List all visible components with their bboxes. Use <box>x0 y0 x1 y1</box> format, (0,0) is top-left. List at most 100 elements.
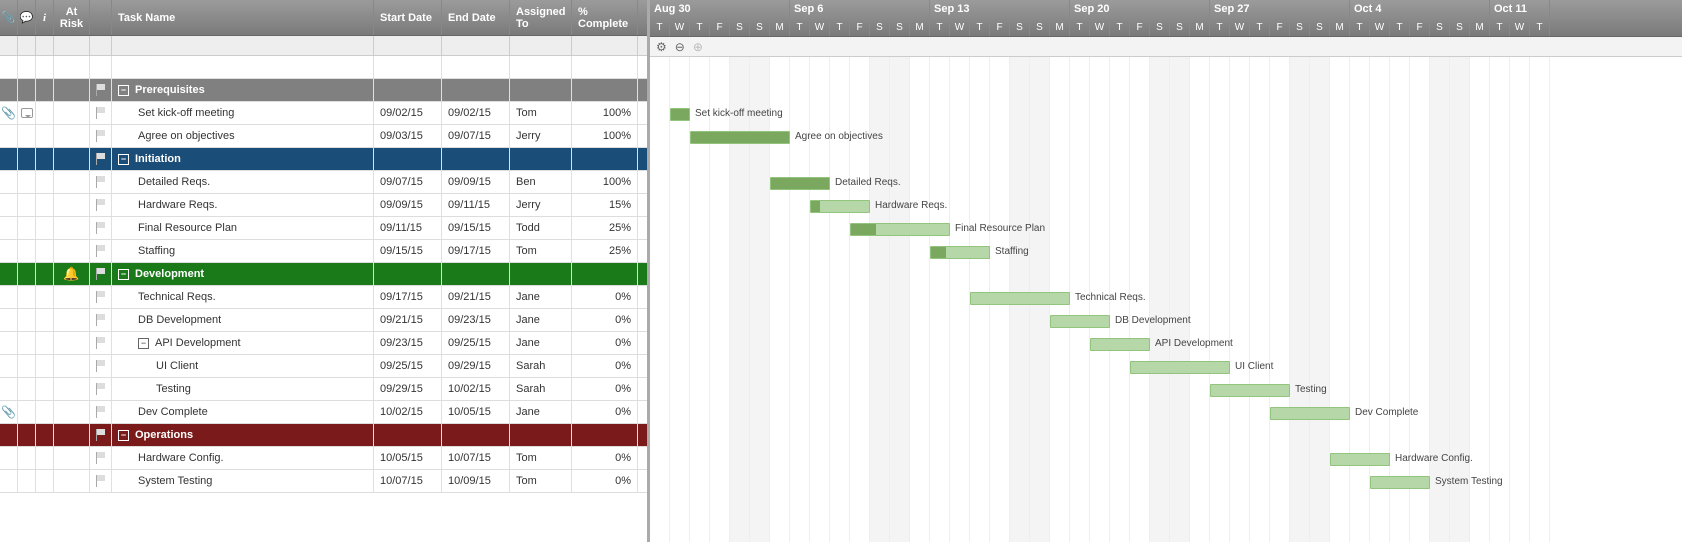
cell-pct-complete[interactable]: 100% <box>572 171 638 193</box>
cell-comment[interactable] <box>18 309 36 331</box>
header-flag[interactable] <box>90 0 112 35</box>
gantt-row[interactable]: DB Development <box>650 310 1682 333</box>
cell-end-date[interactable]: 09/23/15 <box>442 309 510 331</box>
cell-info[interactable] <box>36 148 54 170</box>
day-header[interactable]: F <box>1270 18 1290 36</box>
gantt-bar[interactable]: Agree on objectives <box>690 131 790 144</box>
cell-comment[interactable] <box>18 447 36 469</box>
task-row[interactable]: Technical Reqs.09/17/1509/21/15Jane0% <box>0 286 647 309</box>
cell-info[interactable] <box>36 56 54 78</box>
cell-info[interactable] <box>36 79 54 101</box>
gantt-bar[interactable]: Set kick-off meeting <box>670 108 690 121</box>
cell-comment[interactable] <box>18 378 36 400</box>
cell-start-date[interactable]: 10/02/15 <box>374 401 442 423</box>
cell-end-date[interactable]: 09/07/15 <box>442 125 510 147</box>
cell-attachment[interactable] <box>0 332 18 354</box>
cell-at-risk[interactable]: 🔔 <box>54 263 90 285</box>
cell-at-risk[interactable] <box>54 171 90 193</box>
month-header[interactable]: Sep 20 <box>1070 0 1210 18</box>
gantt-bar[interactable]: Technical Reqs. <box>970 292 1070 305</box>
task-row[interactable]: Agree on objectives09/03/1509/07/15Jerry… <box>0 125 647 148</box>
cell-comment[interactable] <box>18 240 36 262</box>
gantt-row[interactable]: Dev Complete <box>650 402 1682 425</box>
gantt-row[interactable]: Testing <box>650 379 1682 402</box>
header-assigned-to[interactable]: Assigned To <box>510 0 572 35</box>
cell-pct-complete[interactable] <box>572 56 638 78</box>
cell-info[interactable] <box>36 263 54 285</box>
cell-task-name[interactable]: Detailed Reqs. <box>112 171 374 193</box>
day-header[interactable]: M <box>770 18 790 36</box>
cell-flag[interactable] <box>90 171 112 193</box>
month-header[interactable]: Oct 11 <box>1490 0 1550 18</box>
cell-end-date[interactable]: 09/25/15 <box>442 332 510 354</box>
gantt-row[interactable] <box>650 264 1682 287</box>
cell-comment[interactable] <box>18 424 36 446</box>
cell-comment[interactable] <box>18 148 36 170</box>
cell-attachment[interactable] <box>0 447 18 469</box>
gantt-row[interactable]: System Testing <box>650 471 1682 494</box>
gear-icon[interactable]: ⚙ <box>656 40 667 54</box>
day-header[interactable]: S <box>1030 18 1050 36</box>
month-header[interactable]: Sep 13 <box>930 0 1070 18</box>
day-header[interactable]: M <box>910 18 930 36</box>
cell-attachment[interactable] <box>0 309 18 331</box>
cell-at-risk[interactable] <box>54 401 90 423</box>
group-row[interactable]: −Prerequisites <box>0 79 647 102</box>
cell-attachment[interactable] <box>0 79 18 101</box>
cell-flag[interactable] <box>90 240 112 262</box>
cell-task-name[interactable]: −Operations <box>112 424 374 446</box>
cell-at-risk[interactable] <box>54 102 90 124</box>
header-info[interactable]: i <box>36 0 54 35</box>
day-header[interactable]: S <box>1170 18 1190 36</box>
cell-assigned-to[interactable]: Jane <box>510 401 572 423</box>
cell-start-date[interactable]: 09/21/15 <box>374 309 442 331</box>
task-row[interactable]: System Testing10/07/1510/09/15Tom0% <box>0 470 647 493</box>
cell-comment[interactable] <box>18 401 36 423</box>
cell-end-date[interactable] <box>442 56 510 78</box>
cell-task-name[interactable]: Hardware Config. <box>112 447 374 469</box>
cell-info[interactable] <box>36 171 54 193</box>
cell-comment[interactable] <box>18 286 36 308</box>
gantt-row[interactable] <box>650 57 1682 80</box>
cell-start-date[interactable] <box>374 79 442 101</box>
day-header[interactable]: S <box>1310 18 1330 36</box>
cell-info[interactable] <box>36 194 54 216</box>
day-header[interactable]: T <box>1250 18 1270 36</box>
day-header[interactable]: W <box>670 18 690 36</box>
cell-assigned-to[interactable]: Jane <box>510 286 572 308</box>
day-header[interactable]: F <box>850 18 870 36</box>
cell-pct-complete[interactable]: 100% <box>572 102 638 124</box>
cell-at-risk[interactable] <box>54 355 90 377</box>
header-at-risk[interactable]: At Risk <box>54 0 90 35</box>
cell-attachment[interactable] <box>0 470 18 492</box>
cell-start-date[interactable]: 09/15/15 <box>374 240 442 262</box>
cell-assigned-to[interactable]: Jerry <box>510 194 572 216</box>
gantt-row[interactable] <box>650 80 1682 103</box>
day-header[interactable]: W <box>1370 18 1390 36</box>
cell-info[interactable] <box>36 217 54 239</box>
cell-flag[interactable] <box>90 378 112 400</box>
task-row[interactable] <box>0 56 647 79</box>
cell-info[interactable] <box>36 401 54 423</box>
gantt-row[interactable] <box>650 425 1682 448</box>
cell-attachment[interactable] <box>0 286 18 308</box>
cell-pct-complete[interactable]: 100% <box>572 125 638 147</box>
cell-comment[interactable] <box>18 332 36 354</box>
cell-end-date[interactable]: 10/07/15 <box>442 447 510 469</box>
gantt-row[interactable]: Staffing <box>650 241 1682 264</box>
cell-end-date[interactable]: 09/09/15 <box>442 171 510 193</box>
cell-end-date[interactable]: 10/09/15 <box>442 470 510 492</box>
cell-flag[interactable] <box>90 355 112 377</box>
day-header[interactable]: F <box>1410 18 1430 36</box>
cell-attachment[interactable] <box>0 148 18 170</box>
day-header[interactable]: S <box>1290 18 1310 36</box>
gantt-row[interactable]: Final Resource Plan <box>650 218 1682 241</box>
gantt-row[interactable] <box>650 149 1682 172</box>
cell-flag[interactable] <box>90 332 112 354</box>
day-header[interactable]: T <box>1530 18 1550 36</box>
day-header[interactable]: F <box>990 18 1010 36</box>
cell-at-risk[interactable] <box>54 378 90 400</box>
cell-attachment[interactable] <box>0 217 18 239</box>
cell-task-name[interactable]: DB Development <box>112 309 374 331</box>
gantt-bar[interactable]: System Testing <box>1370 476 1430 489</box>
